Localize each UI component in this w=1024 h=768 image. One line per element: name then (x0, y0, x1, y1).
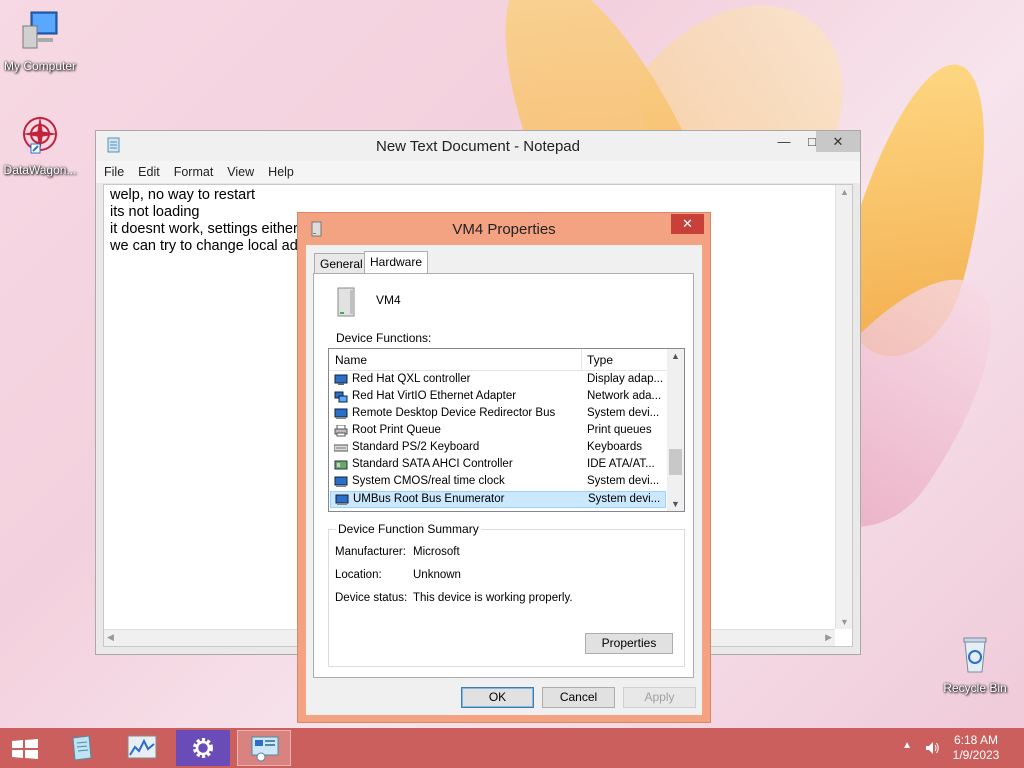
scroll-thumb[interactable] (669, 449, 682, 475)
system-device-icon (334, 408, 348, 419)
minimize-button[interactable]: — (770, 131, 798, 152)
device-row[interactable]: Red Hat QXL controller Display adap... (330, 372, 666, 389)
ok-button[interactable]: OK (461, 687, 534, 708)
keyboard-icon (334, 444, 348, 452)
hardware-tab-page: VM4 Device Functions: Name Type Red Hat … (313, 273, 694, 678)
storage-controller-icon (334, 460, 348, 470)
device-name: VM4 (376, 293, 401, 307)
device-status-value: This device is working properly. (413, 592, 573, 604)
menu-help[interactable]: Help (268, 165, 294, 179)
notepad-title: New Text Document - Notepad (376, 138, 580, 155)
datawagon-icon (22, 116, 58, 154)
desktop-icon-recycle-bin[interactable]: Recycle Bin (935, 630, 1015, 695)
cancel-button[interactable]: Cancel (542, 687, 615, 708)
desktop-icon-label: My Computer (3, 59, 77, 73)
scroll-down-icon[interactable]: ▼ (671, 499, 680, 509)
menu-edit[interactable]: Edit (138, 165, 160, 179)
close-button[interactable]: ✕ (816, 131, 860, 152)
system-device-icon (334, 476, 348, 487)
windows-logo-icon (12, 739, 38, 759)
device-row-selected[interactable]: UMBus Root Bus Enumerator System devi... (330, 491, 666, 508)
dialog-title: VM4 Properties (452, 221, 556, 238)
taskbar-settings[interactable] (176, 730, 230, 766)
dialog-close-button[interactable]: ✕ (671, 214, 704, 234)
notepad-icon (72, 735, 92, 761)
start-button[interactable] (0, 730, 48, 766)
recycle-bin-icon (963, 637, 987, 673)
taskbar-clock[interactable]: 6:18 AM 1/9/2023 (946, 733, 1006, 763)
manufacturer-label: Manufacturer: (335, 546, 406, 558)
notepad-menubar: File Edit Format View Help (96, 161, 860, 183)
tab-general[interactable]: General (314, 253, 369, 273)
scroll-right-icon[interactable]: ▶ (825, 632, 832, 643)
device-row[interactable]: Red Hat VirtIO Ethernet Adapter Network … (330, 389, 666, 406)
taskbar-resource-monitor[interactable] (115, 730, 169, 766)
performance-monitor-icon (127, 735, 157, 759)
show-hidden-icons-icon[interactable]: ▲ (902, 740, 912, 751)
device-function-summary: Device Function Summary Manufacturer: Mi… (328, 522, 685, 667)
location-value: Unknown (413, 569, 461, 581)
properties-button[interactable]: Properties (585, 633, 673, 654)
device-row[interactable]: System CMOS/real time clock System devi.… (330, 474, 666, 491)
device-row[interactable]: Standard PS/2 Keyboard Keyboards (330, 440, 666, 457)
device-functions-list[interactable]: Name Type Red Hat QXL controller Display… (328, 348, 685, 512)
device-functions-label: Device Functions: (336, 331, 432, 345)
list-header: Name Type (329, 349, 668, 371)
taskbar-notepad[interactable] (54, 730, 108, 766)
device-row[interactable]: Remote Desktop Device Redirector Bus Sys… (330, 406, 666, 423)
manufacturer-value: Microsoft (413, 546, 460, 558)
device-status-label: Device status: (335, 592, 408, 604)
taskbar-control-panel[interactable] (237, 730, 291, 766)
device-row[interactable]: Standard SATA AHCI Controller IDE ATA/AT… (330, 457, 666, 474)
notepad-vertical-scrollbar[interactable]: ▲ ▼ (835, 185, 852, 629)
scroll-up-icon[interactable]: ▲ (840, 187, 849, 197)
menu-file[interactable]: File (104, 165, 124, 179)
control-panel-icon (251, 736, 279, 762)
dialog-body: General Hardware VM4 Device Functions: N… (306, 245, 702, 715)
notepad-text: welp, no way to restart its not loading … (110, 187, 298, 254)
tab-hardware[interactable]: Hardware (364, 251, 429, 273)
system-device-icon (335, 494, 349, 505)
desktop-icon-my-computer[interactable]: My Computer (0, 8, 80, 73)
scroll-up-icon[interactable]: ▲ (671, 351, 680, 361)
clock-time: 6:18 AM (953, 733, 999, 747)
menu-format[interactable]: Format (174, 165, 214, 179)
volume-icon[interactable] (924, 740, 940, 756)
hard-drive-icon (337, 287, 355, 317)
column-header-type[interactable]: Type (587, 353, 613, 367)
summary-title: Device Function Summary (336, 522, 481, 536)
device-row[interactable]: Root Print Queue Print queues (330, 423, 666, 440)
taskbar: ▲ 6:18 AM 1/9/2023 (0, 728, 1024, 768)
display-adapter-icon (334, 374, 348, 385)
notepad-titlebar[interactable]: New Text Document - Notepad — □ ✕ (96, 131, 860, 161)
properties-dialog[interactable]: VM4 Properties ✕ General Hardware VM4 De… (297, 212, 711, 723)
computer-icon (22, 11, 58, 49)
apply-button[interactable]: Apply (623, 687, 696, 708)
dialog-titlebar[interactable]: VM4 Properties ✕ (298, 213, 710, 245)
desktop-icon-datawagon[interactable]: DataWagon... (0, 112, 80, 177)
desktop-icon-label: DataWagon... (3, 163, 77, 177)
location-label: Location: (335, 569, 382, 581)
clock-date: 1/9/2023 (952, 748, 1000, 762)
network-adapter-icon (334, 391, 348, 403)
list-vertical-scrollbar[interactable]: ▲ ▼ (667, 349, 684, 511)
printer-icon (334, 425, 348, 437)
scroll-left-icon[interactable]: ◀ (107, 632, 114, 643)
column-header-name[interactable]: Name (335, 353, 367, 367)
menu-view[interactable]: View (227, 165, 254, 179)
scroll-down-icon[interactable]: ▼ (840, 617, 849, 627)
gear-icon (193, 738, 213, 758)
desktop-icon-label: Recycle Bin (943, 681, 1007, 695)
